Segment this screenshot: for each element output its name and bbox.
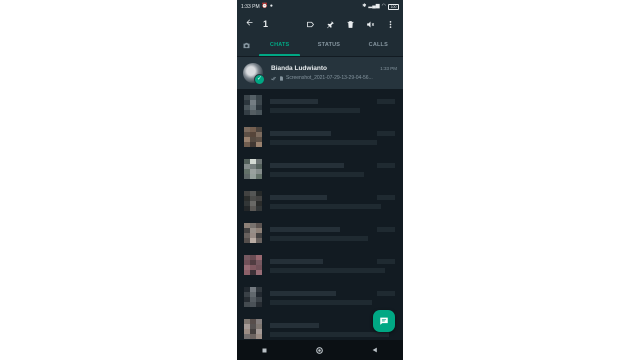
- label-icon: [306, 21, 314, 27]
- status-bar: 1:33 PM ⏰ ● ✱ ▂▄▆ ◠ 100: [237, 0, 403, 13]
- chat-item-selected[interactable]: ✓ Bianda Ludwianto 1:33 PM Screenshot_20…: [237, 57, 403, 89]
- avatar-blurred: [244, 127, 262, 147]
- signal-icon: ▂▄▆: [368, 3, 380, 9]
- blurred-text: [377, 259, 395, 264]
- home-button[interactable]: [305, 346, 335, 354]
- square-icon: [262, 348, 267, 352]
- label-button[interactable]: [300, 13, 320, 35]
- phone-screen: 1:33 PM ⏰ ● ✱ ▂▄▆ ◠ 100 1 CHATS STATUS C…: [237, 0, 403, 360]
- mute-button[interactable]: [360, 13, 380, 35]
- blurred-text: [270, 332, 389, 337]
- triangle-back-icon: [372, 347, 378, 353]
- blurred-text: [270, 291, 336, 296]
- camera-tab[interactable]: [237, 41, 255, 50]
- avatar-blurred: [244, 223, 262, 243]
- circle-icon: [316, 346, 324, 354]
- blurred-text: [270, 108, 360, 113]
- chat-item-blurred[interactable]: [237, 153, 403, 185]
- blurred-text: [270, 204, 381, 209]
- battery-icon: 100: [388, 3, 399, 10]
- tab-status[interactable]: STATUS: [304, 35, 353, 56]
- chat-item-blurred[interactable]: [237, 89, 403, 121]
- notification-icon: ●: [269, 3, 273, 9]
- recents-button[interactable]: [250, 348, 280, 353]
- blurred-text: [377, 163, 395, 168]
- blurred-text: [270, 236, 368, 241]
- chat-time: 1:33 PM: [380, 66, 397, 71]
- new-chat-button[interactable]: [373, 310, 395, 332]
- alarm-icon: ⏰: [261, 3, 268, 9]
- trash-icon: [347, 20, 353, 28]
- blurred-text: [270, 140, 377, 145]
- bluetooth-icon: ✱: [362, 3, 367, 9]
- selection-action-bar: 1: [237, 13, 403, 35]
- pin-button[interactable]: [320, 13, 340, 35]
- battery-level: 100: [390, 4, 397, 9]
- blurred-text: [377, 195, 395, 200]
- blurred-text: [270, 259, 323, 264]
- chat-icon: [380, 317, 388, 325]
- back-nav-button[interactable]: [360, 347, 390, 353]
- blurred-text: [270, 195, 327, 200]
- chat-item-blurred[interactable]: [237, 281, 403, 313]
- arrow-left-icon: [246, 19, 252, 26]
- more-vert-icon: [389, 20, 391, 28]
- more-button[interactable]: [380, 13, 400, 35]
- camera-icon: [243, 42, 249, 49]
- tab-bar: CHATS STATUS CALLS: [237, 35, 403, 56]
- chat-item-blurred[interactable]: [237, 249, 403, 281]
- chat-item-blurred[interactable]: [237, 217, 403, 249]
- blurred-text: [377, 99, 395, 104]
- chat-name: Bianda Ludwianto: [271, 65, 327, 72]
- avatar-blurred: [244, 95, 262, 115]
- selected-count: 1: [263, 19, 269, 29]
- avatar-blurred: [244, 319, 262, 339]
- chat-item-blurred[interactable]: [237, 121, 403, 153]
- mute-icon: [366, 21, 374, 27]
- system-nav-bar: [237, 340, 403, 360]
- chat-item-blurred[interactable]: [237, 185, 403, 217]
- blurred-text: [270, 163, 344, 168]
- avatar-blurred: [244, 255, 262, 275]
- pin-icon: [326, 20, 334, 28]
- avatar-blurred: [244, 287, 262, 307]
- wifi-icon: ◠: [381, 3, 386, 9]
- check-icon: ✓: [254, 74, 265, 85]
- avatar-blurred: [244, 191, 262, 211]
- chat-last-message: Screenshot_2021-07-29-13-29-04-56...: [286, 75, 373, 81]
- blurred-text: [377, 291, 395, 296]
- avatar-blurred: [244, 159, 262, 179]
- blurred-text: [270, 131, 331, 136]
- tab-calls[interactable]: CALLS: [354, 35, 403, 56]
- double-check-icon: [271, 76, 276, 80]
- tab-chats[interactable]: CHATS: [255, 35, 304, 56]
- blurred-text: [270, 172, 364, 177]
- delete-button[interactable]: [340, 13, 360, 35]
- blurred-text: [377, 131, 395, 136]
- blurred-text: [377, 227, 395, 232]
- blurred-text: [270, 300, 372, 305]
- back-button[interactable]: [237, 18, 261, 30]
- blurred-text: [270, 268, 385, 273]
- blurred-text: [270, 323, 319, 328]
- document-icon: [280, 75, 283, 81]
- blurred-text: [270, 99, 318, 104]
- blurred-text: [270, 227, 340, 232]
- status-time: 1:33 PM: [241, 3, 260, 10]
